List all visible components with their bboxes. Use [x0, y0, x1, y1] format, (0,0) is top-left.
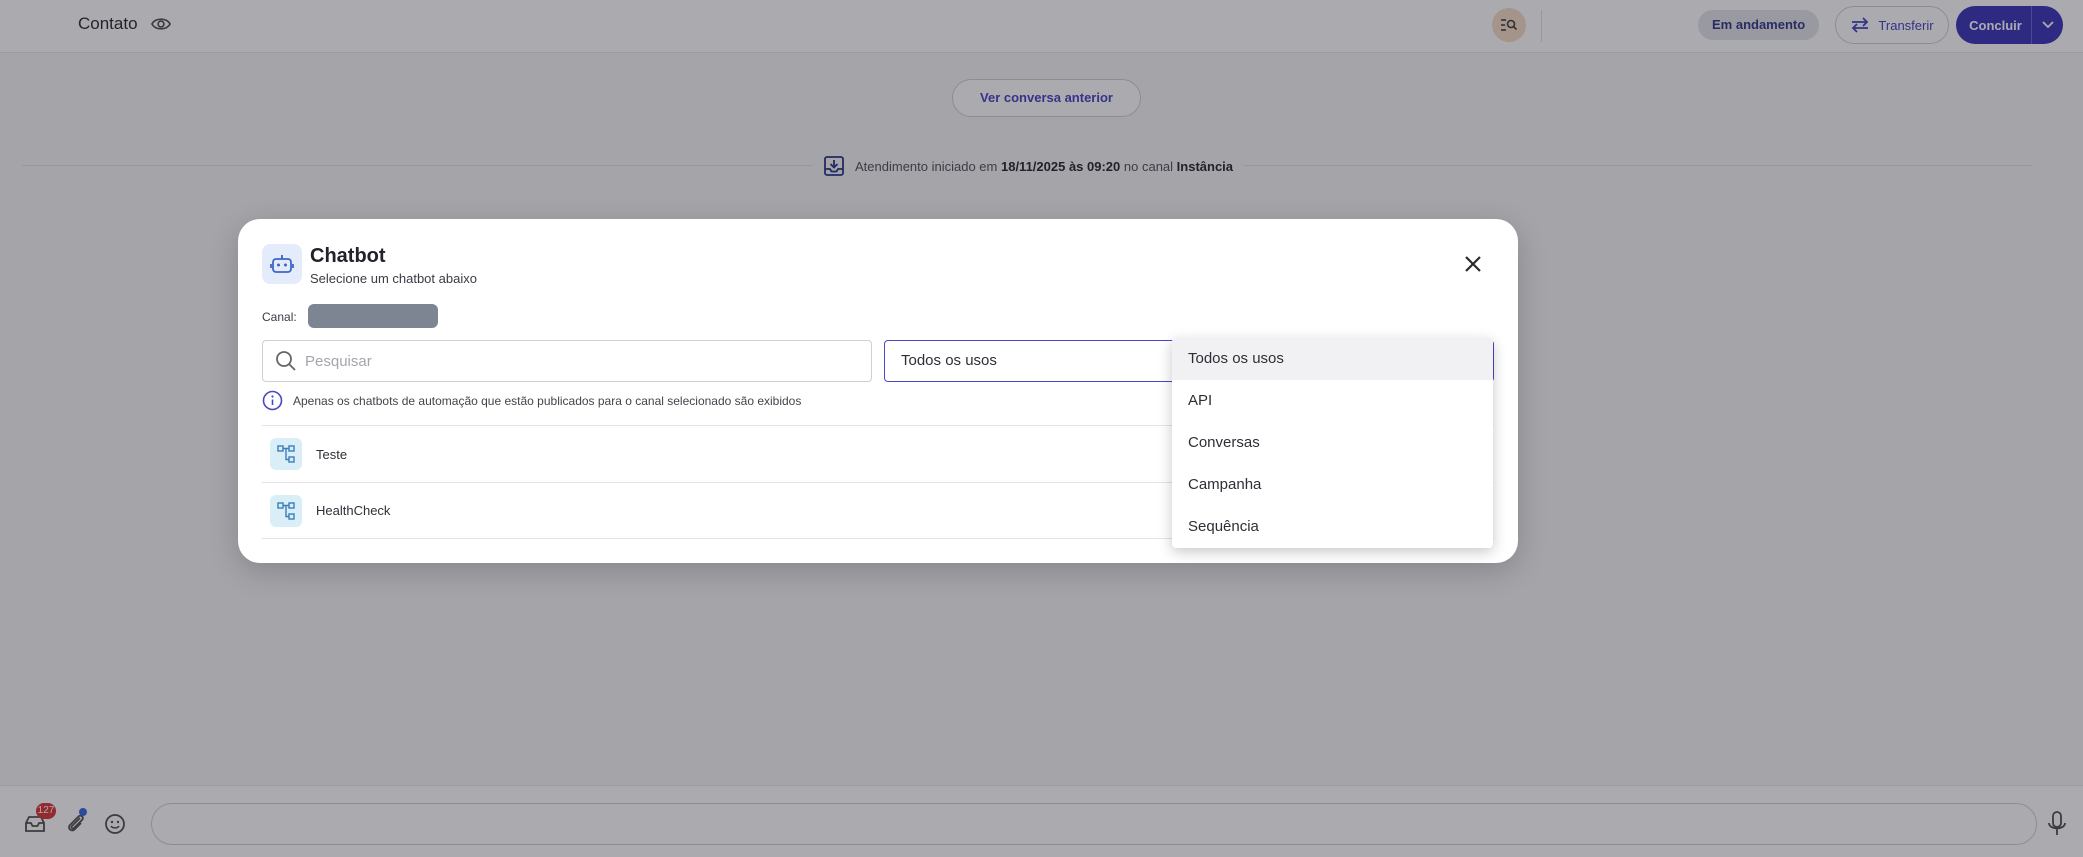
search-input[interactable]: [305, 352, 845, 370]
info-icon: [262, 390, 283, 411]
usage-dropdown-menu: Todos os usos API Conversas Campanha Seq…: [1172, 338, 1493, 548]
chatbot-name: HealthCheck: [316, 503, 391, 518]
flow-icon: [270, 438, 302, 470]
channel-chip[interactable]: [308, 304, 438, 328]
info-text: Apenas os chatbots de automação que estã…: [293, 393, 802, 408]
option-sequencia[interactable]: Sequência: [1172, 506, 1493, 548]
robot-icon: [262, 244, 302, 284]
option-campanha[interactable]: Campanha: [1172, 464, 1493, 506]
channel-label: Canal:: [262, 310, 297, 324]
close-icon[interactable]: [1462, 253, 1484, 275]
search-field[interactable]: [262, 340, 872, 382]
chatbot-name: Teste: [316, 446, 348, 462]
flow-icon: [270, 494, 302, 527]
search-icon: [276, 351, 296, 371]
modal-title: Chatbot: [310, 245, 386, 267]
option-todos-os-usos[interactable]: Todos os usos: [1172, 338, 1493, 380]
info-row: Apenas os chatbots de automação que estã…: [262, 390, 801, 411]
modal-subtitle: Selecione um chatbot abaixo: [310, 271, 477, 286]
option-api[interactable]: API: [1172, 380, 1493, 422]
option-conversas[interactable]: Conversas: [1172, 422, 1493, 464]
